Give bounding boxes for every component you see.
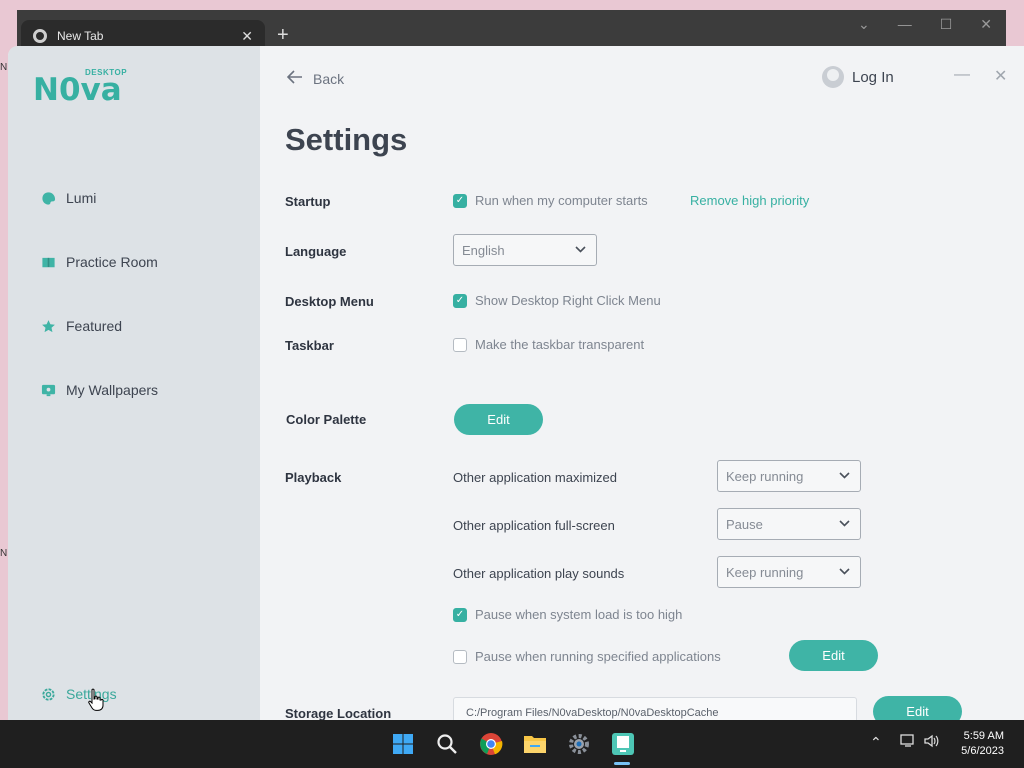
playback-label: Playback	[285, 470, 342, 485]
checkbox-label: Run when my computer starts	[475, 193, 648, 208]
chevron-down-icon	[839, 567, 850, 578]
checkbox-checked-icon: ✓	[453, 293, 467, 308]
hand-cursor-icon	[88, 688, 104, 719]
checkbox-label: Show Desktop Right Click Menu	[475, 293, 661, 308]
checkbox-unchecked-icon	[453, 337, 467, 352]
chevron-down-icon	[575, 245, 586, 256]
color-palette-edit-button[interactable]: Edit	[454, 404, 543, 435]
sidebar: DESKTOP N0va Lumi Practice Room Featured	[8, 46, 260, 720]
minimize-icon[interactable]: —	[954, 66, 970, 84]
select-value: Keep running	[726, 564, 804, 580]
browser-tab-title: New Tab	[57, 29, 104, 43]
login-label: Log In	[852, 68, 894, 86]
playback-row-label: Other application play sounds	[453, 566, 625, 581]
os-taskbar: ⌃ 5:59 AM 5/6/2023	[0, 720, 1024, 768]
edge-mark: N	[0, 548, 8, 559]
chevron-down-icon[interactable]: ⌄	[858, 16, 870, 33]
select-value: English	[462, 242, 505, 258]
avatar	[822, 66, 844, 88]
maximize-icon[interactable]: ☐	[940, 16, 953, 33]
clock-time: 5:59 AM	[963, 730, 1004, 742]
desktop-menu-label: Desktop Menu	[285, 294, 374, 309]
nova-app-window: DESKTOP N0va Lumi Practice Room Featured	[8, 46, 1024, 720]
chrome-favicon-icon	[33, 29, 47, 43]
new-tab-button[interactable]: +	[277, 24, 289, 47]
checkbox-label: Pause when system load is too high	[475, 607, 683, 622]
nova-desktop-taskbar-icon[interactable]	[610, 731, 636, 757]
sidebar-item-label: Lumi	[66, 190, 97, 206]
fullscreen-behavior-select[interactable]: Pause	[717, 508, 861, 540]
sidebar-item-settings[interactable]: Settings	[41, 686, 117, 702]
back-button[interactable]: Back	[286, 70, 345, 87]
playback-row-label: Other application full-screen	[453, 518, 615, 533]
pause-specified-apps-checkbox[interactable]: Pause when running specified application…	[453, 649, 721, 664]
startup-label: Startup	[285, 194, 331, 209]
pause-high-load-checkbox[interactable]: ✓ Pause when system load is too high	[453, 607, 682, 622]
edge-mark: N	[0, 62, 8, 73]
volume-icon[interactable]	[924, 734, 940, 751]
logo-text: N0va	[33, 72, 122, 108]
select-value: Pause	[726, 516, 763, 532]
taskbar-label: Taskbar	[285, 338, 334, 353]
close-icon[interactable]: ✕	[994, 66, 1007, 86]
sidebar-item-lumi[interactable]: Lumi	[41, 190, 96, 206]
page-title: Settings	[285, 122, 408, 157]
checkbox-checked-icon: ✓	[453, 193, 467, 208]
desktop-right-click-checkbox[interactable]: ✓ Show Desktop Right Click Menu	[453, 293, 661, 308]
run-at-startup-checkbox[interactable]: ✓ Run when my computer starts	[453, 193, 648, 208]
minimize-icon[interactable]: —	[898, 16, 912, 33]
language-select[interactable]: English	[453, 234, 597, 266]
storage-location-label: Storage Location	[285, 706, 392, 720]
chevron-up-icon[interactable]: ⌃	[870, 734, 882, 751]
tab-close-icon[interactable]: ✕	[241, 28, 253, 45]
select-value: Keep running	[726, 468, 804, 484]
checkbox-label: Make the taskbar transparent	[475, 337, 645, 352]
sidebar-item-label: Practice Room	[66, 254, 158, 270]
chevron-down-icon	[839, 519, 850, 530]
color-palette-label: Color Palette	[286, 412, 367, 427]
checkbox-label: Pause when running specified application…	[475, 649, 721, 664]
book-icon	[41, 255, 56, 270]
lumi-icon	[41, 191, 56, 206]
checkbox-checked-icon: ✓	[453, 607, 467, 622]
storage-edit-button[interactable]: Edit	[873, 696, 962, 720]
browser-window-controls: ⌄ — ☐ ✕	[858, 16, 992, 33]
settings-panel: Back Log In — ✕ Settings Startup ✓ Run w…	[260, 46, 1024, 720]
sounds-behavior-select[interactable]: Keep running	[717, 556, 861, 588]
remove-high-priority-link[interactable]: Remove high priority	[690, 193, 809, 208]
file-explorer-icon[interactable]	[522, 731, 548, 757]
chevron-down-icon	[839, 471, 850, 482]
arrow-left-icon	[286, 70, 303, 87]
checkbox-unchecked-icon	[453, 649, 467, 664]
active-app-indicator	[614, 762, 630, 765]
sidebar-item-my-wallpapers[interactable]: My Wallpapers	[41, 382, 158, 398]
storage-path-field[interactable]: C:/Program Files/N0vaDesktop/N0vaDesktop…	[453, 697, 857, 720]
search-icon[interactable]	[434, 731, 460, 757]
sidebar-item-label: My Wallpapers	[66, 382, 159, 398]
back-label: Back	[313, 70, 345, 87]
star-icon	[41, 319, 56, 334]
gear-icon	[41, 687, 56, 702]
playback-row-label: Other application maximized	[453, 470, 618, 485]
network-icon[interactable]	[900, 734, 916, 751]
system-clock[interactable]: 5:59 AM 5/6/2023	[961, 729, 1004, 759]
monitor-icon	[41, 383, 56, 398]
sidebar-item-label: Featured	[66, 318, 123, 334]
sidebar-item-featured[interactable]: Featured	[41, 318, 122, 334]
nova-logo: DESKTOP N0va	[33, 68, 133, 108]
chrome-icon[interactable]	[478, 731, 504, 757]
sidebar-item-practice-room[interactable]: Practice Room	[41, 254, 158, 270]
clock-date: 5/6/2023	[961, 745, 1004, 757]
close-icon[interactable]: ✕	[980, 16, 992, 33]
settings-gear-icon[interactable]	[566, 731, 592, 757]
transparent-taskbar-checkbox[interactable]: Make the taskbar transparent	[453, 337, 644, 352]
windows-start-icon[interactable]	[390, 731, 416, 757]
maximized-behavior-select[interactable]: Keep running	[717, 460, 861, 492]
specified-apps-edit-button[interactable]: Edit	[789, 640, 878, 671]
login-button[interactable]: Log In	[822, 66, 894, 88]
language-label: Language	[285, 244, 347, 259]
